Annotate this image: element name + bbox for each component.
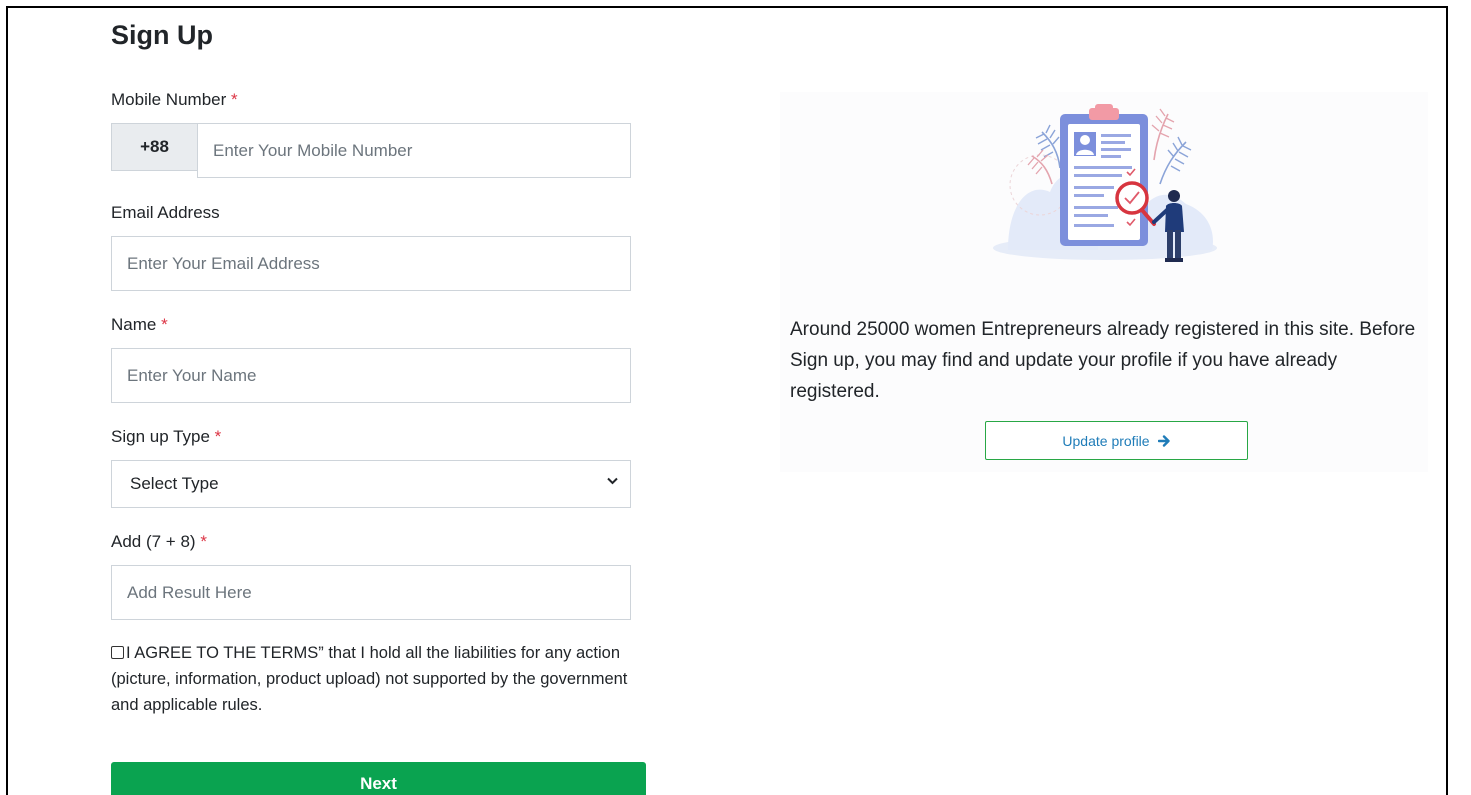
arrow-right-icon [1157,434,1171,447]
required-mark: * [214,427,222,446]
required-mark: * [231,90,238,109]
terms-agreement: I AGREE TO THE TERMS” that I hold all th… [111,640,641,718]
email-input[interactable] [111,236,631,291]
update-profile-button[interactable]: Update profile [985,421,1248,460]
signup-type-label: Sign up Type * [111,427,221,447]
email-label: Email Address [111,203,220,223]
name-label: Name * [111,315,168,335]
next-button[interactable]: Next [111,762,646,795]
captcha-label: Add (7 + 8) * [111,532,207,552]
terms-text: I AGREE TO THE TERMS” that I hold all th… [111,644,628,714]
signup-type-label-text: Sign up Type [111,427,210,446]
name-input[interactable] [111,348,631,403]
registration-info-text: Around 25000 women Entrepreneurs already… [790,319,1416,402]
required-mark: * [200,532,207,551]
captcha-label-text: Add (7 + 8) [111,532,196,551]
scrollbar[interactable] [1460,6,1471,795]
country-code-prefix: +88 [111,123,198,171]
mobile-label-text: Mobile Number [111,90,227,109]
required-mark: * [161,315,168,334]
mobile-number-input[interactable] [197,123,631,178]
update-profile-label: Update profile [1062,432,1150,449]
name-label-text: Name [111,315,157,334]
clipboard-profile-illustration [993,104,1217,262]
captcha-input[interactable] [111,565,631,620]
signup-type-selected: Select Type [130,474,219,493]
email-label-text: Email Address [111,203,220,222]
chevron-down-icon [607,477,618,485]
terms-checkbox[interactable] [111,646,124,659]
signup-type-select[interactable]: Select Type [111,460,631,508]
mobile-label: Mobile Number * [111,90,238,110]
page-title: Sign Up [111,20,213,50]
